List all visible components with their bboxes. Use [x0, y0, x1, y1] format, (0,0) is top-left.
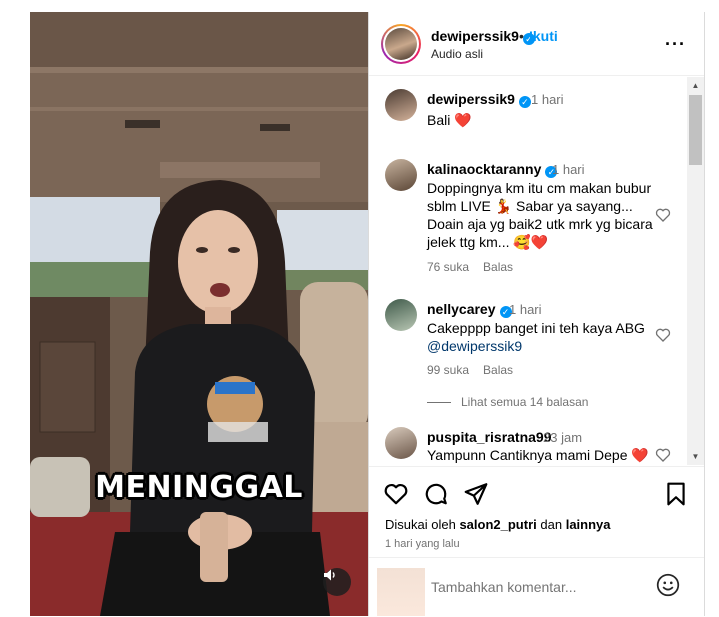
- comment-avatar[interactable]: [385, 427, 417, 459]
- comment-bubble-icon[interactable]: [423, 481, 449, 507]
- audio-link[interactable]: Audio asli: [431, 47, 483, 61]
- author-avatar[interactable]: [381, 24, 421, 64]
- liked-by-summary: Disukai oleh salon2_putri dan lainnya: [385, 517, 611, 532]
- caption-username[interactable]: dewiperssik9: [427, 91, 515, 107]
- comment-time: 1 hari: [552, 162, 585, 177]
- comment-likes-count[interactable]: 99 suka: [427, 363, 469, 377]
- comment-text: Cakepppp banget ini teh kaya ABG: [427, 320, 645, 336]
- author-username[interactable]: dewiperssik9: [431, 28, 519, 44]
- comment-username[interactable]: kalinaocktaranny: [427, 161, 541, 177]
- verified-badge-icon: ✓: [518, 96, 531, 108]
- comment-meta: 99 suka Balas: [427, 363, 527, 377]
- comment-text-row: Cakepppp banget ini teh kaya ABG @dewipe…: [427, 319, 653, 355]
- post-actions: Disukai oleh salon2_putri dan lainnya 1 …: [369, 466, 705, 616]
- comment-time: 23 jam: [543, 430, 583, 445]
- separator-dot: •: [519, 28, 524, 44]
- comment-username[interactable]: nellycarey: [427, 301, 496, 317]
- post-video[interactable]: MENINGGAL: [30, 12, 368, 616]
- view-replies-button[interactable]: Lihat semua 14 balasan: [427, 395, 588, 409]
- follow-button[interactable]: Ikuti: [529, 28, 558, 44]
- comment-avatar[interactable]: [385, 299, 417, 331]
- liked-by-others[interactable]: lainnya: [566, 517, 611, 532]
- scroll-up-arrow-icon[interactable]: ▲: [687, 77, 704, 94]
- comment-avatar[interactable]: [385, 159, 417, 191]
- post-date[interactable]: 1 hari yang lalu: [385, 538, 460, 550]
- mute-toggle-button[interactable]: [323, 568, 351, 596]
- scroll-down-arrow-icon[interactable]: ▼: [687, 448, 704, 465]
- panel-border: [704, 12, 705, 616]
- comment-text: Doppingnya km itu cm makan bubur sblm LI…: [427, 180, 653, 250]
- save-bookmark-icon[interactable]: [663, 481, 689, 507]
- scroll-thumb[interactable]: [689, 95, 702, 165]
- like-comment-heart-icon[interactable]: [655, 327, 671, 343]
- video-caption-overlay: MENINGGAL: [95, 470, 303, 505]
- comment-likes-count[interactable]: 76 suka: [427, 260, 469, 274]
- more-horizontal-icon[interactable]: ···: [665, 34, 686, 55]
- comment-time: 1 hari: [509, 302, 542, 317]
- caption-avatar[interactable]: [385, 89, 417, 121]
- add-comment-bar: [369, 557, 705, 617]
- reply-button[interactable]: Balas: [483, 363, 513, 377]
- comment-username[interactable]: puspita_risratna99: [427, 429, 552, 445]
- like-heart-icon[interactable]: [383, 481, 409, 507]
- emoji-smiley-icon[interactable]: [655, 572, 681, 598]
- instagram-post-window: MENINGGAL dewiperssik9 ✓ • Ikuti Audio as…: [0, 0, 719, 616]
- reply-button[interactable]: Balas: [483, 260, 513, 274]
- liked-by-connector: dan: [540, 517, 563, 532]
- speaker-icon: [324, 569, 335, 581]
- comment-text: Yampunn Cantiknya mami Depe ❤️: [427, 447, 649, 463]
- comment-username-row: nellycarey ✓: [427, 301, 512, 318]
- post-header: dewiperssik9 ✓ • Ikuti Audio asli ···: [369, 12, 705, 76]
- comment-meta: 76 suka Balas: [427, 260, 527, 274]
- comments-list: dewiperssik9 ✓ 1 hari Bali ❤️ kalinaockta…: [369, 77, 705, 465]
- post-side-panel: dewiperssik9 ✓ • Ikuti Audio asli ··· dew…: [368, 12, 705, 616]
- caption-username-row: dewiperssik9 ✓: [427, 91, 531, 108]
- page-margin: [0, 0, 30, 616]
- comments-scrollbar[interactable]: ▲ ▼: [687, 77, 704, 465]
- current-user-avatar: [377, 568, 425, 616]
- liked-by-prefix: Disukai oleh: [385, 517, 456, 532]
- video-frame-illustration: [30, 12, 368, 616]
- mention-link[interactable]: @dewiperssik9: [427, 338, 522, 354]
- caption-time: 1 hari: [531, 92, 564, 107]
- comment-username-row: kalinaocktaranny ✓: [427, 161, 558, 178]
- like-comment-heart-icon[interactable]: [655, 447, 671, 463]
- like-comment-heart-icon[interactable]: [655, 207, 671, 223]
- comment-input[interactable]: [431, 576, 651, 598]
- caption-text: Bali ❤️: [427, 112, 472, 128]
- share-paper-plane-icon[interactable]: [463, 481, 489, 507]
- liked-by-user[interactable]: salon2_putri: [459, 517, 536, 532]
